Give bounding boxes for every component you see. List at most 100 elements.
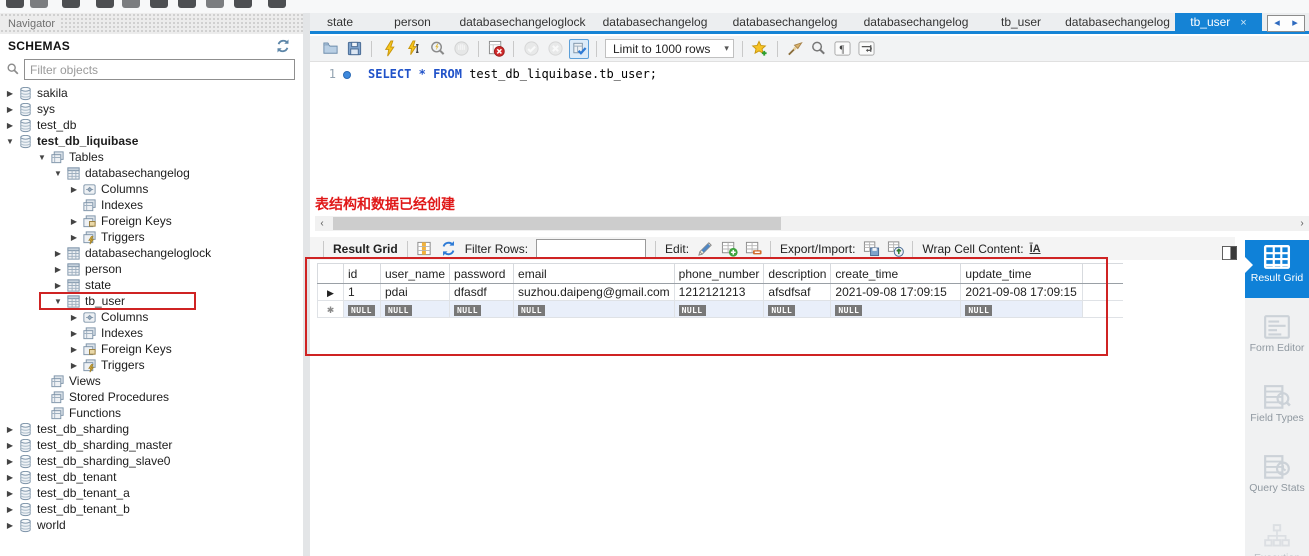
new-row-marker-icon[interactable]: ✱ bbox=[317, 300, 344, 318]
delete-row-icon[interactable] bbox=[743, 240, 763, 258]
edit-pencil-icon[interactable] bbox=[695, 240, 715, 258]
toolbar-icon-stub[interactable] bbox=[122, 0, 140, 8]
row-marker-icon[interactable]: ▶ bbox=[317, 283, 344, 301]
tree-item-columns[interactable]: ▶ Columns bbox=[0, 309, 303, 325]
cell[interactable]: dfasdf bbox=[449, 283, 515, 301]
invisibles-icon[interactable]: ¶ bbox=[833, 39, 853, 59]
open-file-icon[interactable] bbox=[320, 39, 340, 59]
tree-expander-icon[interactable]: ▶ bbox=[4, 425, 16, 434]
tree-item-sys[interactable]: ▶ sys bbox=[0, 101, 303, 117]
column-header-email[interactable]: email bbox=[513, 263, 675, 284]
tree-item-test-db-tenant[interactable]: ▶ test_db_tenant bbox=[0, 469, 303, 485]
save-icon[interactable] bbox=[344, 39, 364, 59]
tree-item-test-db-sharding-master[interactable]: ▶ test_db_sharding_master bbox=[0, 437, 303, 453]
commit-icon[interactable] bbox=[521, 39, 541, 59]
stop-icon[interactable] bbox=[451, 39, 471, 59]
query-tab-databasechangelog[interactable]: databasechangelog bbox=[1060, 13, 1175, 31]
query-tab-person[interactable]: person bbox=[370, 13, 455, 31]
scroll-right-icon[interactable]: › bbox=[1295, 216, 1309, 231]
toolbar-icon-stub[interactable] bbox=[150, 0, 168, 8]
null-cell[interactable]: NULL bbox=[763, 300, 832, 318]
scroll-left-icon[interactable]: ‹ bbox=[315, 216, 329, 231]
tree-expander-icon[interactable]: ▶ bbox=[4, 521, 16, 530]
tree-expander-icon[interactable]: ▶ bbox=[4, 457, 16, 466]
sql-code-editor[interactable]: 1 SELECT * FROM test_db_liquibase.tb_use… bbox=[310, 62, 1309, 194]
tree-item-databasechangeloglock[interactable]: ▶ databasechangeloglock bbox=[0, 245, 303, 261]
tree-expander-icon[interactable]: ▶ bbox=[68, 313, 80, 322]
tree-expander-icon[interactable]: ▶ bbox=[4, 505, 16, 514]
column-header-phone_number[interactable]: phone_number bbox=[673, 263, 765, 284]
query-tab-databasechangeloglock[interactable]: databasechangeloglock bbox=[455, 13, 590, 31]
toolbar-icon-stub[interactable] bbox=[178, 0, 196, 8]
tree-expander-icon[interactable]: ▶ bbox=[4, 121, 16, 130]
tree-item-foreign-keys[interactable]: ▶ Foreign Keys bbox=[0, 341, 303, 357]
tree-item-test-db[interactable]: ▶ test_db bbox=[0, 117, 303, 133]
tree-expander-icon[interactable]: ▼ bbox=[52, 169, 64, 178]
tree-item-foreign-keys[interactable]: ▶ Foreign Keys bbox=[0, 213, 303, 229]
tree-item-views[interactable]: Views bbox=[0, 373, 303, 389]
tree-item-triggers[interactable]: ▶ Triggers bbox=[0, 229, 303, 245]
rollback-icon[interactable] bbox=[545, 39, 565, 59]
tree-expander-icon[interactable]: ▶ bbox=[4, 473, 16, 482]
tree-item-stored-procedures[interactable]: Stored Procedures bbox=[0, 389, 303, 405]
null-cell[interactable]: NULL bbox=[379, 300, 451, 318]
add-row-icon[interactable] bbox=[719, 240, 739, 258]
null-cell[interactable]: NULL bbox=[673, 300, 765, 318]
tree-item-person[interactable]: ▶ person bbox=[0, 261, 303, 277]
side-panel-field-types[interactable]: Field Types bbox=[1245, 380, 1309, 436]
column-header-update_time[interactable]: update_time bbox=[960, 263, 1084, 284]
tree-item-tb-user[interactable]: ▼ tb_user bbox=[0, 293, 303, 309]
null-cell[interactable]: NULL bbox=[960, 300, 1084, 318]
tab-scroll-right-icon[interactable]: ▸ bbox=[1292, 18, 1298, 29]
tree-item-indexes[interactable]: Indexes bbox=[0, 197, 303, 213]
column-header-user_name[interactable]: user_name bbox=[379, 263, 451, 284]
editor-horizontal-scrollbar[interactable]: ‹ › bbox=[315, 216, 1309, 231]
tree-item-indexes[interactable]: ▶ Indexes bbox=[0, 325, 303, 341]
side-panel-toggle-icon[interactable] bbox=[1222, 246, 1237, 261]
tree-expander-icon[interactable]: ▶ bbox=[68, 329, 80, 338]
toolbar-icon-stub[interactable] bbox=[6, 0, 24, 8]
explain-icon[interactable] bbox=[427, 39, 447, 59]
execute-icon[interactable] bbox=[379, 39, 399, 59]
column-header-create_time[interactable]: create_time bbox=[830, 263, 962, 284]
stop-on-error-icon[interactable] bbox=[486, 39, 506, 59]
data-row[interactable]: ▶ 1 pdai dfasdf suzhou.daipeng@gmail.com 1212… bbox=[317, 283, 1123, 301]
cell[interactable]: 2021-09-08 17:09:15 bbox=[960, 283, 1084, 301]
toolbar-icon-stub[interactable] bbox=[62, 0, 80, 8]
tree-expander-icon[interactable]: ▶ bbox=[68, 185, 80, 194]
tree-item-test-db-sharding[interactable]: ▶ test_db_sharding bbox=[0, 421, 303, 437]
schema-filter-input[interactable] bbox=[24, 59, 295, 80]
favorite-icon[interactable] bbox=[750, 39, 770, 59]
tree-item-columns[interactable]: ▶ Columns bbox=[0, 181, 303, 197]
column-header-description[interactable]: description bbox=[763, 263, 832, 284]
query-tab-databasechangelog[interactable]: databasechangelog bbox=[590, 13, 720, 31]
tree-expander-icon[interactable]: ▶ bbox=[68, 345, 80, 354]
tree-expander-icon[interactable]: ▶ bbox=[68, 217, 80, 226]
find-icon[interactable] bbox=[809, 39, 829, 59]
tree-item-functions[interactable]: Functions bbox=[0, 405, 303, 421]
autocommit-icon[interactable] bbox=[569, 38, 589, 59]
query-tab-state[interactable]: state bbox=[310, 13, 370, 31]
side-panel-execution[interactable]: Execution bbox=[1245, 520, 1309, 556]
tree-expander-icon[interactable]: ▶ bbox=[52, 265, 64, 274]
cell[interactable]: suzhou.daipeng@gmail.com bbox=[513, 283, 675, 301]
column-header-password[interactable]: password bbox=[449, 263, 515, 284]
query-tab-tb_user[interactable]: tb_user × bbox=[1175, 13, 1262, 34]
schemas-refresh-icon[interactable] bbox=[275, 38, 291, 54]
tab-scroll-arrows[interactable]: ◂ ▸ bbox=[1267, 15, 1305, 32]
toolbar-icon-stub[interactable] bbox=[30, 0, 48, 8]
cell[interactable]: 1212121213 bbox=[673, 283, 765, 301]
tree-expander-icon[interactable]: ▶ bbox=[4, 89, 16, 98]
cell[interactable]: 2021-09-08 17:09:15 bbox=[830, 283, 962, 301]
tree-expander-icon[interactable]: ▶ bbox=[4, 441, 16, 450]
toolbar-icon-stub[interactable] bbox=[206, 0, 224, 8]
refresh-icon[interactable] bbox=[439, 240, 459, 258]
export-icon[interactable] bbox=[861, 240, 881, 258]
cell[interactable]: 1 bbox=[343, 283, 381, 301]
query-tab-databasechangelog[interactable]: databasechangelog bbox=[850, 13, 982, 31]
execute-current-icon[interactable] bbox=[403, 39, 423, 59]
clean-icon[interactable] bbox=[785, 39, 805, 59]
limit-rows-dropdown[interactable]: Limit to 1000 rows ▾ bbox=[605, 39, 734, 58]
tab-close-icon[interactable]: × bbox=[1240, 17, 1246, 29]
scrollbar-thumb[interactable] bbox=[333, 217, 781, 230]
